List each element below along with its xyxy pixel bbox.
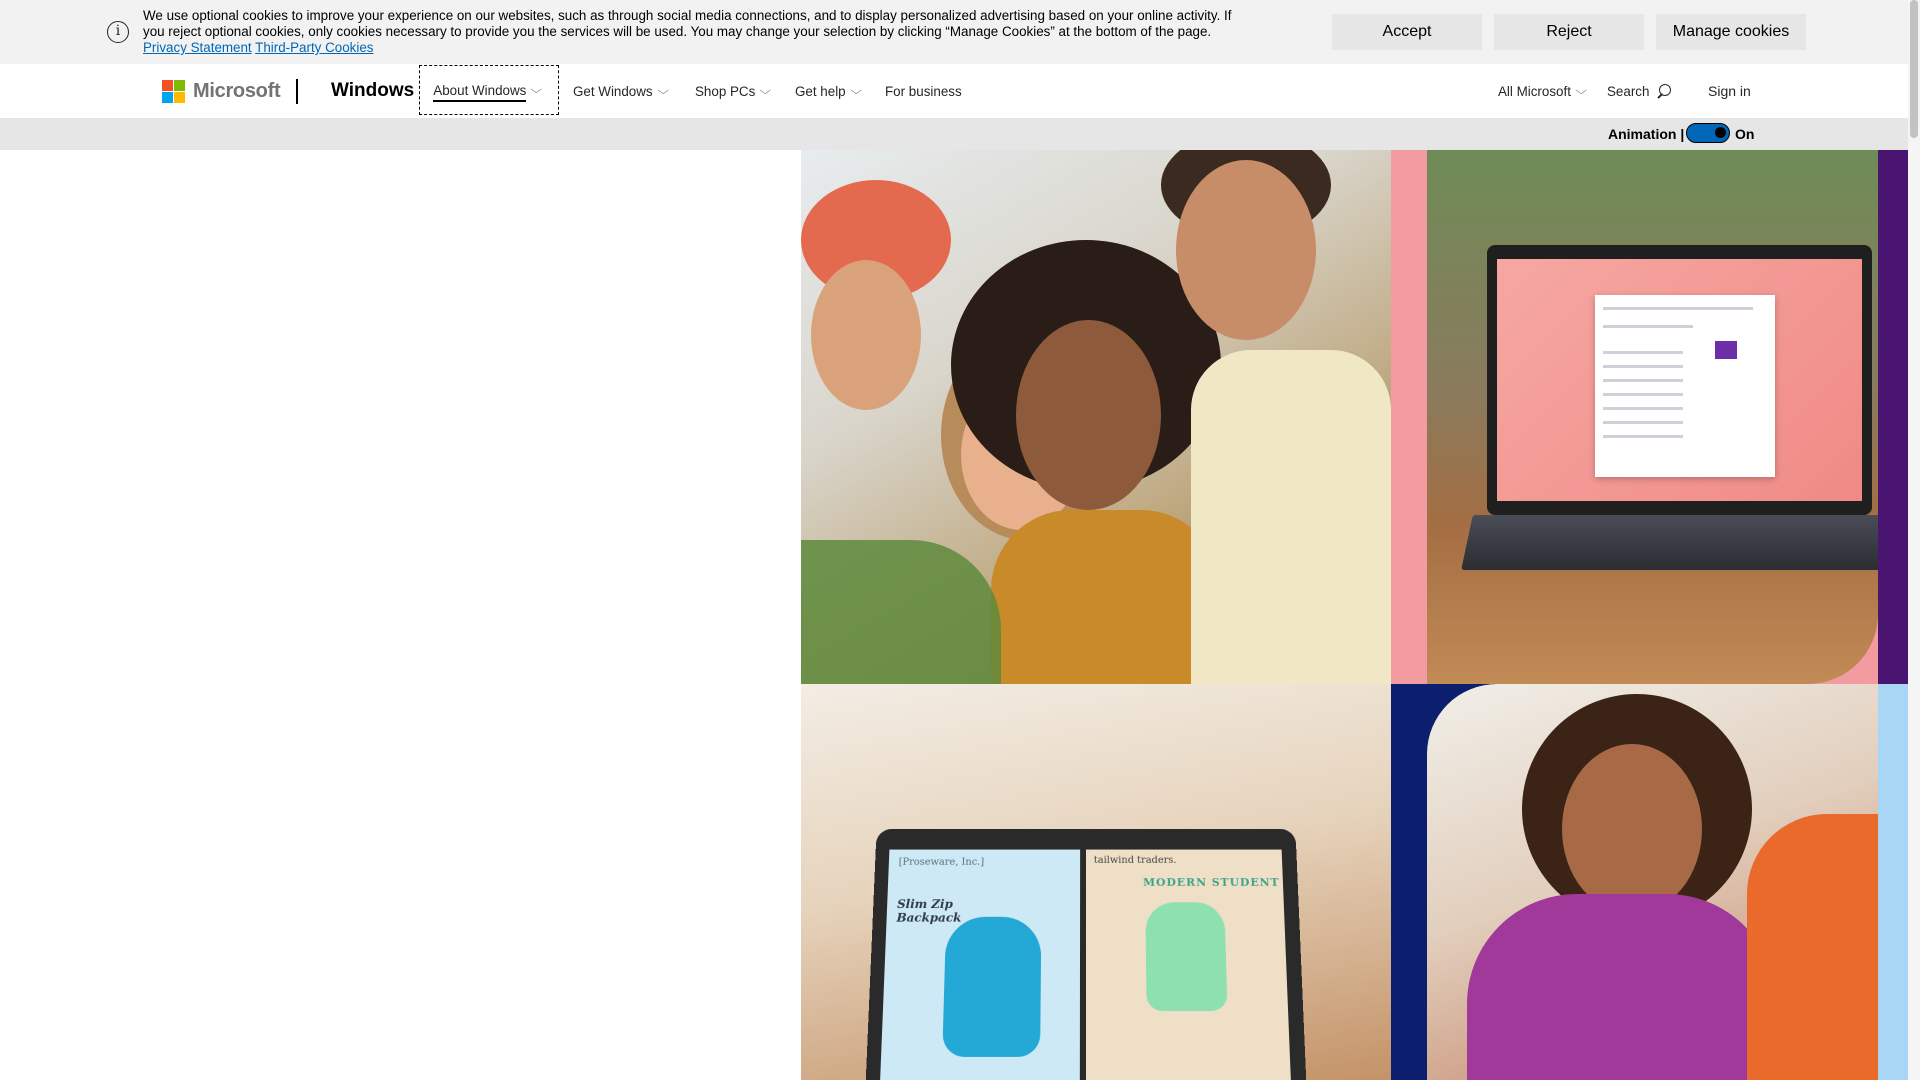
laptop-screen: [1487, 245, 1872, 515]
page-scrollbar[interactable]: [1908, 0, 1920, 1080]
laptop-display: [1497, 259, 1862, 501]
animation-bar: Animation | On: [0, 118, 1908, 150]
app-icon: [1715, 341, 1737, 359]
microsoft-logo-icon: [162, 79, 185, 103]
laptop-scene: [1427, 150, 1903, 684]
nav-get-windows-label: Get Windows: [573, 83, 653, 99]
nav-about-windows[interactable]: About Windows ⌵: [419, 65, 559, 115]
nav-for-business[interactable]: For business: [885, 64, 962, 118]
shop-pane-left: [Proseware, Inc.] Slim Zip Backpack: [879, 849, 1081, 1080]
accept-cookies-button[interactable]: Accept: [1332, 14, 1482, 50]
nav-get-help-label: Get help: [795, 83, 846, 99]
cream-jacket: [1191, 350, 1391, 684]
mustard-shirt: [991, 510, 1221, 684]
chevron-down-icon: ⌵: [530, 83, 543, 96]
pane-search-left: [Proseware, Inc.]: [898, 857, 985, 868]
hero-image-laptop: [1391, 150, 1908, 684]
purple-band: [1878, 150, 1908, 684]
woman-scene: [1427, 684, 1887, 1080]
windows-brand-link[interactable]: Windows: [331, 80, 414, 102]
person-face: [1562, 744, 1702, 914]
orange-shirt: [1747, 814, 1887, 1080]
purple-sweater: [1467, 894, 1777, 1080]
info-icon: i: [107, 21, 129, 43]
tablet-device: [Proseware, Inc.] Slim Zip Backpack tail…: [865, 828, 1307, 1080]
animation-state: On: [1735, 126, 1755, 142]
privacy-statement-link[interactable]: Privacy Statement: [143, 40, 252, 55]
search-button[interactable]: Search: [1607, 64, 1672, 118]
cookie-message: We use optional cookies to improve your …: [143, 8, 1235, 56]
all-microsoft-label: All Microsoft: [1498, 83, 1571, 99]
blue-backpack: [942, 916, 1042, 1057]
pane-search-right: tailwind traders.: [1093, 855, 1177, 866]
shop-pane-right: tailwind traders. MODERN STUDENT: [1086, 849, 1292, 1080]
person-face: [1176, 160, 1316, 340]
person-face: [1016, 320, 1161, 510]
manage-cookies-button[interactable]: Manage cookies: [1656, 14, 1806, 50]
plant-leaves: [801, 540, 1001, 684]
hero-image-friends: [801, 150, 1391, 684]
nav-about-windows-label: About Windows: [433, 83, 527, 102]
hero-image-grid: [Proseware, Inc.] Slim Zip Backpack tail…: [801, 150, 1908, 1080]
search-label: Search: [1607, 83, 1650, 99]
nav-get-windows[interactable]: Get Windows ⌵: [573, 64, 669, 118]
microsoft-logo[interactable]: Microsoft: [162, 78, 281, 104]
hero-text-area: [0, 150, 801, 1080]
chevron-down-icon: ⌵: [849, 84, 862, 97]
nav-get-help[interactable]: Get help ⌵: [795, 64, 862, 118]
scrollbar-thumb[interactable]: [1910, 0, 1918, 138]
microsoft-logo-text: Microsoft: [193, 79, 281, 102]
animation-toggle[interactable]: [1686, 123, 1730, 143]
collection-title: MODERN STUDENT: [1143, 876, 1280, 889]
green-backpack: [1145, 902, 1228, 1012]
site-header: Microsoft Windows About Windows ⌵ Get Wi…: [0, 64, 1908, 118]
nav-shop-pcs[interactable]: Shop PCs ⌵: [695, 64, 772, 118]
hero-image-woman: [1391, 684, 1908, 1080]
toggle-knob: [1715, 127, 1726, 138]
cookie-banner: i We use optional cookies to improve you…: [0, 0, 1908, 64]
laptop-keyboard: [1461, 515, 1903, 570]
person-face: [811, 260, 921, 410]
chevron-down-icon: ⌵: [759, 84, 772, 97]
reject-cookies-button[interactable]: Reject: [1494, 14, 1644, 50]
nav-shop-pcs-label: Shop PCs: [695, 83, 756, 99]
animation-label: Animation |: [1608, 126, 1685, 142]
cookie-message-text: We use optional cookies to improve your …: [143, 8, 1232, 39]
nav-for-business-label: For business: [885, 83, 962, 99]
product-title: Slim Zip Backpack: [896, 897, 962, 925]
chevron-down-icon: ⌵: [1575, 84, 1587, 97]
all-microsoft-menu[interactable]: All Microsoft ⌵: [1498, 64, 1587, 118]
search-icon: [1656, 83, 1672, 99]
sign-in-button[interactable]: Sign in: [1708, 64, 1751, 118]
third-party-cookies-link[interactable]: Third-Party Cookies: [255, 40, 373, 55]
app-window: [1595, 295, 1775, 477]
hero-image-tablet: [Proseware, Inc.] Slim Zip Backpack tail…: [801, 684, 1391, 1080]
light-blue-band: [1878, 684, 1908, 1080]
logo-divider: [296, 79, 298, 104]
chevron-down-icon: ⌵: [656, 84, 669, 97]
